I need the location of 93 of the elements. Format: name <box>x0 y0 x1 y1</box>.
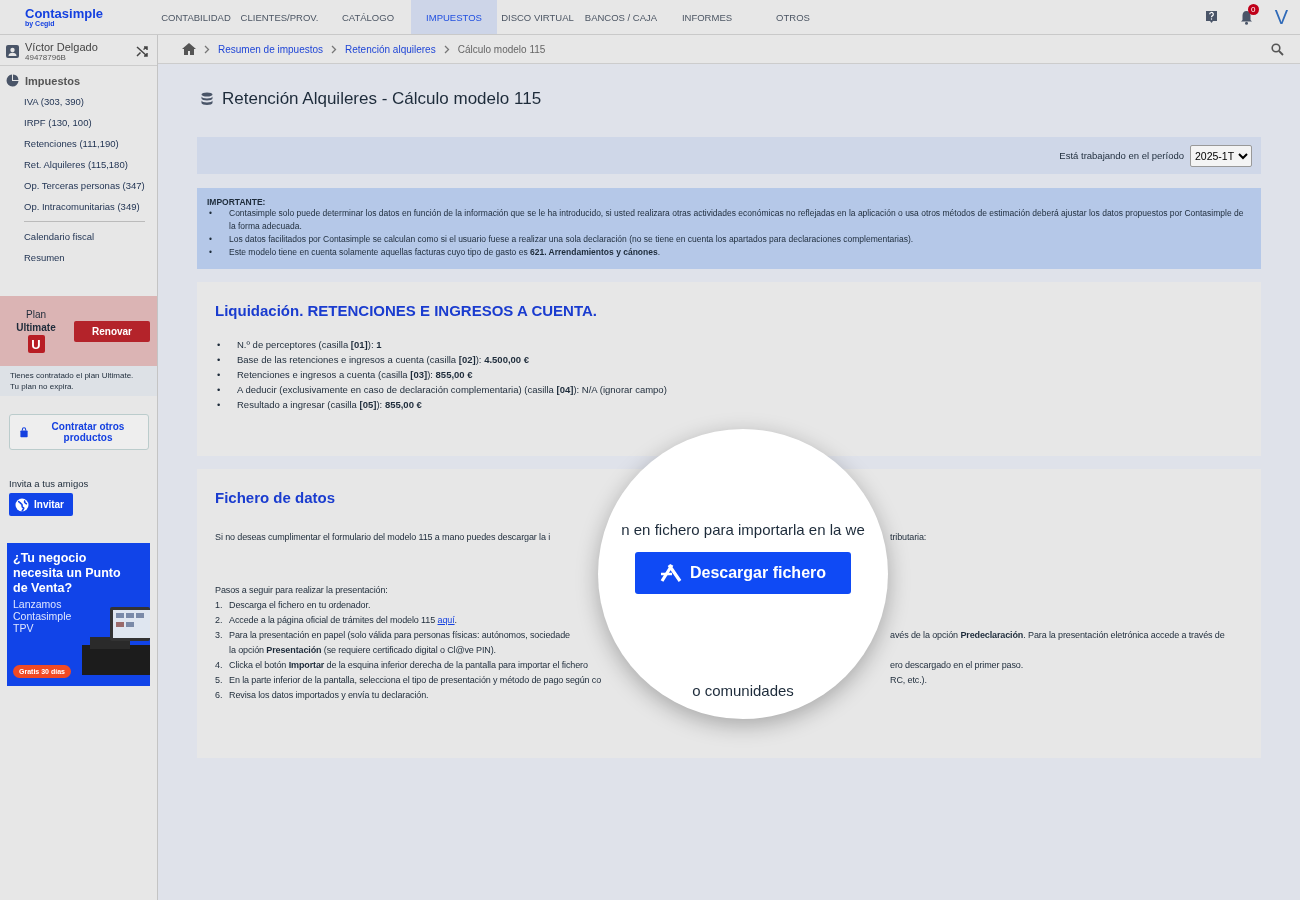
notice-text: Los datos facilitados por Contasimple se calculan como si el usuario fuese a realizar una sola declaración (no se tiene en cuenta los apartados para declaraciones complementarias). <box>229 233 915 246</box>
bullet: • <box>208 246 213 259</box>
step-text: Accede a la página oficial de trámites del modelo 115 aquí. <box>229 614 458 627</box>
pie-chart-icon <box>6 74 19 87</box>
download-button[interactable]: Descargar fichero <box>635 552 851 594</box>
sidebar-item[interactable]: Op. Intracomunitarias (349) <box>0 196 157 217</box>
logo[interactable]: Contasimple <box>25 6 158 20</box>
sidebar-item[interactable]: Resumen <box>0 247 157 268</box>
notification-badge: 0 <box>1247 3 1259 15</box>
breadcrumb-link[interactable]: Resumen de impuestos <box>218 43 324 55</box>
notice-text: Contasimple solo puede determinar los datos en función de la información que se le ha introducido, si usted realizara otras actividades económicas no reflejadas en la aplicación o usa otros métodos de estimación deberá ajustar los datos propuestos por Contasimple de la forma adecuada. <box>229 207 1245 233</box>
card-title: Fichero de datos <box>215 489 337 506</box>
nav-tab[interactable]: INFORMES <box>664 0 750 34</box>
help-icon[interactable] <box>1204 10 1218 24</box>
step-number: 2. <box>215 614 224 627</box>
agency-logo-icon <box>659 564 682 582</box>
settlement-line: N.º de perceptores (casilla [01]): 1 <box>237 338 383 352</box>
magnified-text: o comunidades <box>692 682 794 699</box>
sidebar-item[interactable]: Calendario fiscal <box>0 226 157 247</box>
home-icon[interactable] <box>182 43 196 55</box>
nav-tab[interactable]: DISCO VIRTUAL <box>497 0 578 34</box>
intro-text: tributaria: <box>890 531 928 544</box>
bullet: • <box>216 398 222 412</box>
step-text: RC, etc.). <box>890 674 928 687</box>
card-title: Liquidación. RETENCIONES E INGRESOS A CUENTA. <box>215 302 598 319</box>
chevron-right-icon <box>204 44 210 54</box>
settlement-line: Retenciones e ingresos a cuenta (casilla [03]): 855,00 € <box>237 368 474 382</box>
page-title: Retención Alquileres - Cálculo modelo 115 <box>222 89 542 109</box>
step-text: Descarga el fichero en tu ordenador. <box>229 599 372 612</box>
sidebar-item[interactable]: IRPF (130, 100) <box>0 112 157 133</box>
user-avatar[interactable]: V <box>1274 5 1288 29</box>
nav-tab[interactable]: BANCOS / CAJA <box>578 0 664 34</box>
bullet: • <box>216 338 222 352</box>
user-card-icon <box>6 44 19 58</box>
step-text: Clicka el botón Importar de la esquina inferior derecha de la pantalla para importar el fichero <box>229 659 589 672</box>
nav-tab[interactable]: OTROS <box>750 0 836 34</box>
step-text: la opción Presentación (se requiere certificado digital o Cl@ve PIN). <box>229 644 497 657</box>
plan-note: Tienes contratado el plan Ultimate. Tu plan no expira. <box>0 366 157 396</box>
section-title: Impuestos <box>25 74 80 87</box>
settlement-line: A deducir (exclusivamente en caso de declaración complementaria) (casilla [04]): N/A (ignorar campo) <box>237 383 668 397</box>
database-icon <box>201 92 213 106</box>
period-select[interactable]: 2025-1T <box>1190 144 1252 167</box>
magnified-text: n en fichero para importarla en la we <box>621 521 865 538</box>
shopping-bag-icon <box>20 425 29 439</box>
steps-title: Pasos a seguir para realizar la presentación: <box>215 584 389 597</box>
step-number: 5. <box>215 674 224 687</box>
bullet: • <box>208 207 213 220</box>
step-number: 3. <box>215 629 224 642</box>
step-number: 4. <box>215 659 224 672</box>
step-text: Revisa los datos importados y envía tu declaración. <box>229 689 430 702</box>
chevron-right-icon <box>331 44 338 54</box>
invite-label: Invita a tus amigos <box>9 478 90 489</box>
period-label: Está trabajando en el período <box>1059 150 1184 161</box>
sidebar-item[interactable]: Ret. Alquileres (115,180) <box>0 154 157 175</box>
renew-button[interactable]: Renovar <box>74 320 150 342</box>
plan-badge: U <box>27 335 45 353</box>
nav-tab[interactable]: CATÁLOGO <box>325 0 411 34</box>
breadcrumb-link[interactable]: Retención alquileres <box>345 43 436 55</box>
sidebar-item[interactable]: Retenciones (111,190) <box>0 133 157 154</box>
user-name: Víctor Delgado <box>25 40 99 53</box>
step-text: Para la presentación en papel (solo válida para personas físicas: autónomos, sociedade <box>229 629 571 642</box>
bullet: • <box>216 368 222 382</box>
notice-text: Este modelo tiene en cuenta solamente aquellas facturas cuyo tipo de gasto es 621. Arrendamientos y cánones. <box>229 246 662 259</box>
step-text: avés de la opción Predeclaración. Para la presentación eletrónica accede a través de <box>890 629 1226 642</box>
plan-label: Plan <box>26 309 46 320</box>
shuffle-icon[interactable] <box>136 44 149 58</box>
settlement-line: Base de las retenciones e ingresos a cuenta (casilla [02]): 4.500,00 € <box>237 353 531 367</box>
sidebar-item[interactable]: IVA (303, 390) <box>0 91 157 112</box>
intro-text: Si no deseas cumplimentar el formulario del modelo 115 a mano puedes descargar la i <box>215 531 552 544</box>
step-number: 1. <box>215 599 224 612</box>
nav-tab[interactable]: CONTABILIDAD <box>158 0 234 34</box>
chevron-right-icon <box>443 44 450 54</box>
step-text: ero descargado en el primer paso. <box>890 659 1025 672</box>
bullet: • <box>208 233 213 246</box>
plan-name: Ultimate <box>16 322 56 333</box>
settlement-line: Resultado a ingresar (casilla [05]): 855,00 € <box>237 398 423 412</box>
bell-icon[interactable] <box>1239 9 1253 25</box>
search-icon[interactable] <box>1271 42 1284 56</box>
sidebar-item[interactable]: Op. Terceras personas (347) <box>0 175 157 196</box>
invite-button[interactable]: Invitar <box>9 493 73 516</box>
nav-tab[interactable]: IMPUESTOS <box>411 0 497 34</box>
promo-headline: ¿Tu negocio necesita un Punto de Venta? <box>13 551 122 596</box>
nav-tab[interactable]: CLIENTES/PROV. <box>234 0 325 34</box>
bullet: • <box>216 353 222 367</box>
promo-text: Lanzamos Contasimple TPV <box>13 598 73 634</box>
globe-icon <box>15 497 29 512</box>
user-tax-id: 49478796B <box>25 52 66 62</box>
products-button[interactable]: Contratar otros productos <box>9 414 149 450</box>
breadcrumb-current: Cálculo modelo 115 <box>457 43 546 55</box>
step-number: 6. <box>215 689 224 702</box>
link[interactable]: aquí <box>437 615 455 625</box>
notice-title: IMPORTANTE: <box>207 198 267 207</box>
bullet: • <box>216 383 222 397</box>
